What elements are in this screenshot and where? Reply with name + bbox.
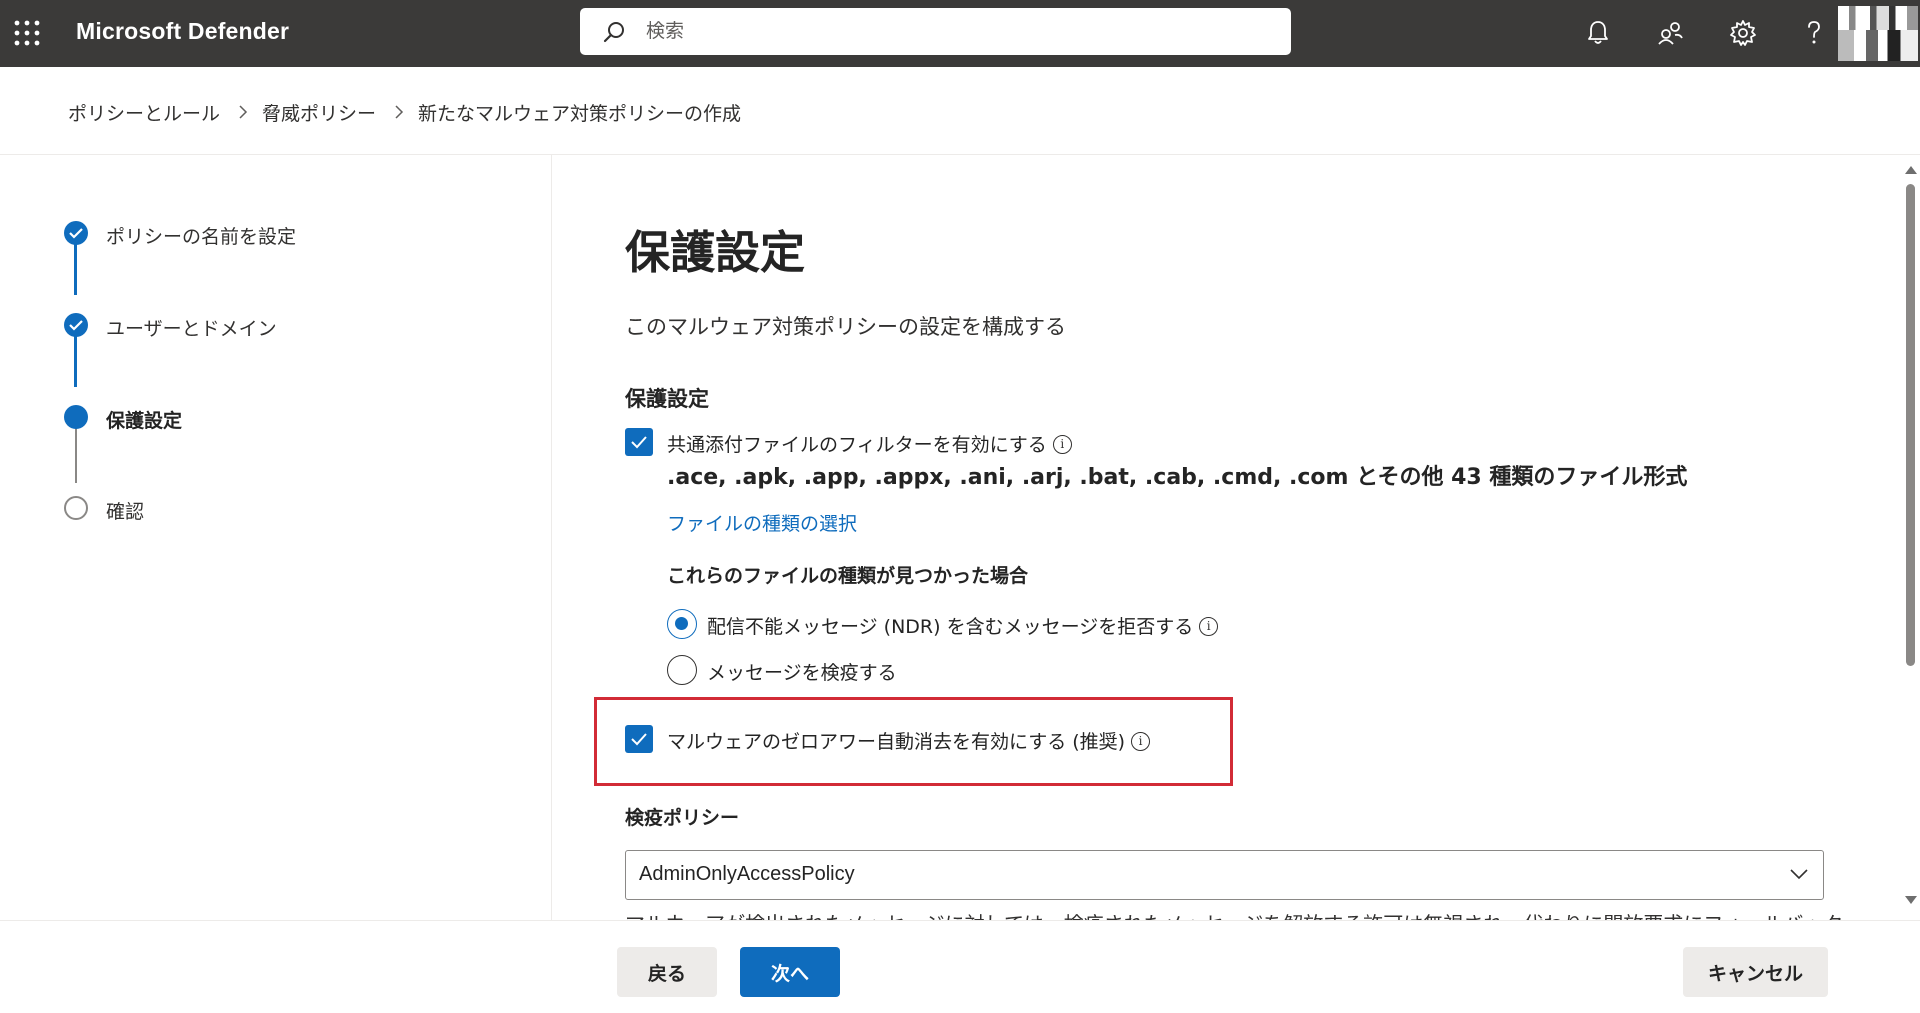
step-name-policy[interactable]: ポリシーの名前を設定 — [106, 222, 296, 249]
step-protection-settings[interactable]: 保護設定 — [106, 406, 182, 433]
top-bar: Microsoft Defender — [0, 0, 1920, 67]
avatar[interactable] — [1838, 6, 1918, 61]
step-connector — [74, 331, 77, 387]
common-attachments-checkbox[interactable] — [625, 428, 653, 456]
select-file-types-link[interactable]: ファイルの種類の選択 — [667, 509, 857, 536]
help-icon[interactable] — [1797, 16, 1831, 50]
scroll-up-arrow-icon[interactable] — [1905, 166, 1917, 174]
radio-reject-ndr-label: 配信不能メッセージ (NDR) を含むメッセージを拒否する i — [707, 612, 1219, 639]
scrollbar-thumb[interactable] — [1906, 184, 1915, 666]
main-content: 保護設定 このマルウェア対策ポリシーの設定を構成する 保護設定 共通添付ファイル… — [552, 155, 1892, 920]
step-current-icon — [64, 405, 88, 429]
scroll-down-arrow-icon[interactable] — [1905, 896, 1917, 904]
people-icon[interactable] — [1653, 16, 1687, 50]
breadcrumb: ポリシーとルール 脅威ポリシー 新たなマルウェア対策ポリシーの作成 — [68, 98, 741, 126]
highlight-box — [594, 697, 1233, 786]
radio-quarantine[interactable] — [667, 655, 697, 685]
section-title: 保護設定 — [625, 387, 709, 411]
next-button[interactable]: 次へ — [740, 947, 840, 997]
step-users-domains[interactable]: ユーザーとドメイン — [106, 314, 277, 341]
step-connector — [74, 239, 77, 295]
breadcrumb-item-threat-policies[interactable]: 脅威ポリシー — [262, 99, 376, 126]
breadcrumb-item-current: 新たなマルウェア対策ポリシーの作成 — [418, 102, 742, 125]
file-types-list: .ace, .apk, .app, .appx, .ani, .arj, .ba… — [667, 465, 1688, 490]
bell-icon[interactable] — [1581, 16, 1615, 50]
info-icon[interactable]: i — [1199, 617, 1219, 636]
step-done-icon — [64, 221, 88, 245]
back-button[interactable]: 戻る — [617, 947, 717, 997]
chevron-right-icon — [239, 105, 248, 119]
quarantine-policy-dropdown[interactable]: AdminOnlyAccessPolicy — [625, 850, 1824, 900]
footer: 戻る 次へ キャンセル — [0, 920, 1920, 1013]
search-box[interactable] — [580, 8, 1291, 55]
breadcrumb-item-policies-rules[interactable]: ポリシーとルール — [68, 99, 220, 126]
quarantine-helper-text: マルウェアが検出されたメッセージに対しては、検疫されたメッセージを解放する許可は… — [625, 908, 1843, 920]
cancel-button[interactable]: キャンセル — [1683, 947, 1828, 997]
waffle-icon[interactable] — [13, 19, 41, 47]
search-icon — [602, 20, 626, 44]
when-found-title: これらのファイルの種類が見つかった場合 — [667, 565, 1029, 587]
chevron-down-icon — [1790, 869, 1808, 880]
chevron-right-icon — [395, 105, 404, 119]
page-description: このマルウェア対策ポリシーの設定を構成する — [625, 315, 1066, 339]
radio-reject-ndr[interactable] — [667, 609, 697, 639]
gear-icon[interactable] — [1726, 16, 1760, 50]
page-title: 保護設定 — [625, 226, 806, 279]
quarantine-policy-title: 検疫ポリシー — [625, 807, 740, 829]
wizard-steps: ポリシーの名前を設定 ユーザーとドメイン 保護設定 確認 — [0, 155, 551, 920]
step-review: 確認 — [106, 501, 145, 523]
info-icon[interactable]: i — [1052, 435, 1072, 454]
step-done-icon — [64, 313, 88, 337]
common-attachments-label: 共通添付ファイルのフィルターを有効にする i — [667, 430, 1072, 457]
quarantine-policy-value: AdminOnlyAccessPolicy — [639, 863, 855, 885]
search-input[interactable] — [646, 18, 1246, 44]
product-name[interactable]: Microsoft Defender — [76, 18, 289, 45]
step-todo-icon — [64, 496, 88, 520]
radio-quarantine-label: メッセージを検疫する — [707, 662, 897, 684]
step-connector — [75, 423, 77, 483]
